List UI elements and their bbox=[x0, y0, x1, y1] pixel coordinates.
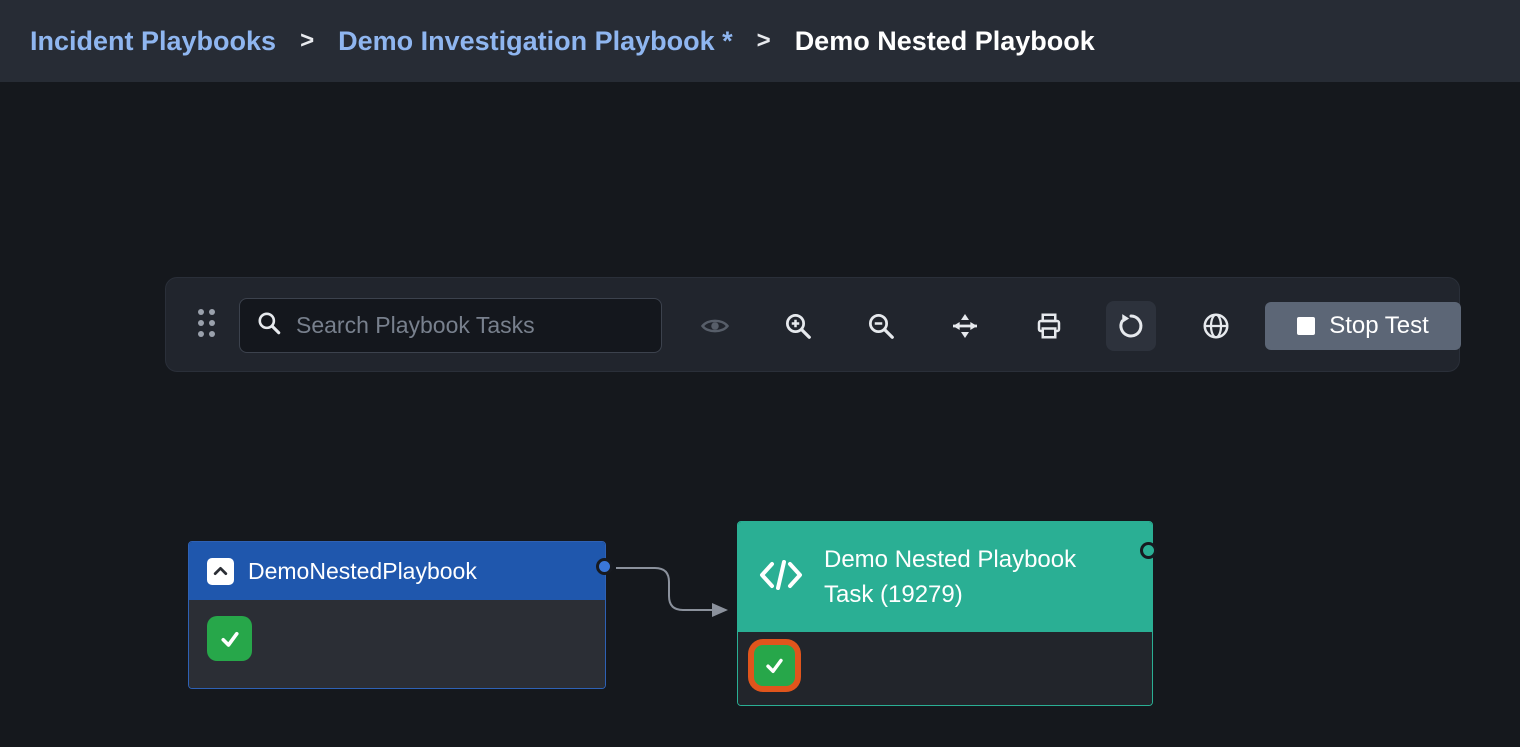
stop-test-label: Stop Test bbox=[1329, 312, 1429, 340]
playbook-toolbar: Stop Test bbox=[165, 277, 1460, 372]
breadcrumb-demo-investigation-playbook[interactable]: Demo Investigation Playbook * bbox=[338, 26, 733, 57]
eye-icon[interactable] bbox=[690, 301, 740, 351]
breadcrumb-separator: > bbox=[757, 27, 771, 55]
task-node-title: Demo Nested Playbook Task (19279) bbox=[824, 542, 1124, 612]
sub-playbook-icon bbox=[207, 558, 234, 585]
stop-icon bbox=[1297, 317, 1315, 335]
breadcrumb-incident-playbooks[interactable]: Incident Playbooks bbox=[30, 26, 276, 57]
task-node-body[interactable] bbox=[189, 600, 605, 688]
breadcrumb: Incident Playbooks > Demo Investigation … bbox=[0, 0, 1520, 82]
page-title: Demo Nested Playbook bbox=[795, 26, 1095, 57]
fit-to-screen-icon[interactable] bbox=[940, 301, 990, 351]
task-node-demo-nested-playbook[interactable]: DemoNestedPlaybook bbox=[188, 541, 606, 689]
task-node-header[interactable]: DemoNestedPlaybook bbox=[189, 542, 605, 600]
globe-icon[interactable] bbox=[1191, 301, 1241, 351]
task-node-title: DemoNestedPlaybook bbox=[248, 558, 477, 585]
drag-handle-icon[interactable] bbox=[198, 309, 215, 343]
breadcrumb-separator: > bbox=[300, 27, 314, 55]
task-node-demo-nested-playbook-task[interactable]: Demo Nested Playbook Task (19279) bbox=[737, 521, 1153, 706]
zoom-out-icon[interactable] bbox=[856, 301, 906, 351]
search-icon bbox=[256, 310, 282, 341]
task-completed-check-icon[interactable] bbox=[207, 616, 252, 661]
search-box[interactable] bbox=[239, 298, 662, 353]
task-completed-check-icon-selected[interactable] bbox=[754, 645, 795, 686]
stop-test-button[interactable]: Stop Test bbox=[1265, 302, 1461, 350]
refresh-icon[interactable] bbox=[1106, 301, 1156, 351]
search-input[interactable] bbox=[294, 311, 645, 340]
task-node-header[interactable]: Demo Nested Playbook Task (19279) bbox=[738, 522, 1152, 632]
zoom-in-icon[interactable] bbox=[773, 301, 823, 351]
print-icon[interactable] bbox=[1024, 301, 1074, 351]
output-port-dot[interactable] bbox=[1140, 542, 1157, 559]
task-node-body[interactable] bbox=[738, 632, 1152, 705]
code-icon bbox=[758, 557, 804, 598]
output-port-dot[interactable] bbox=[596, 558, 613, 575]
